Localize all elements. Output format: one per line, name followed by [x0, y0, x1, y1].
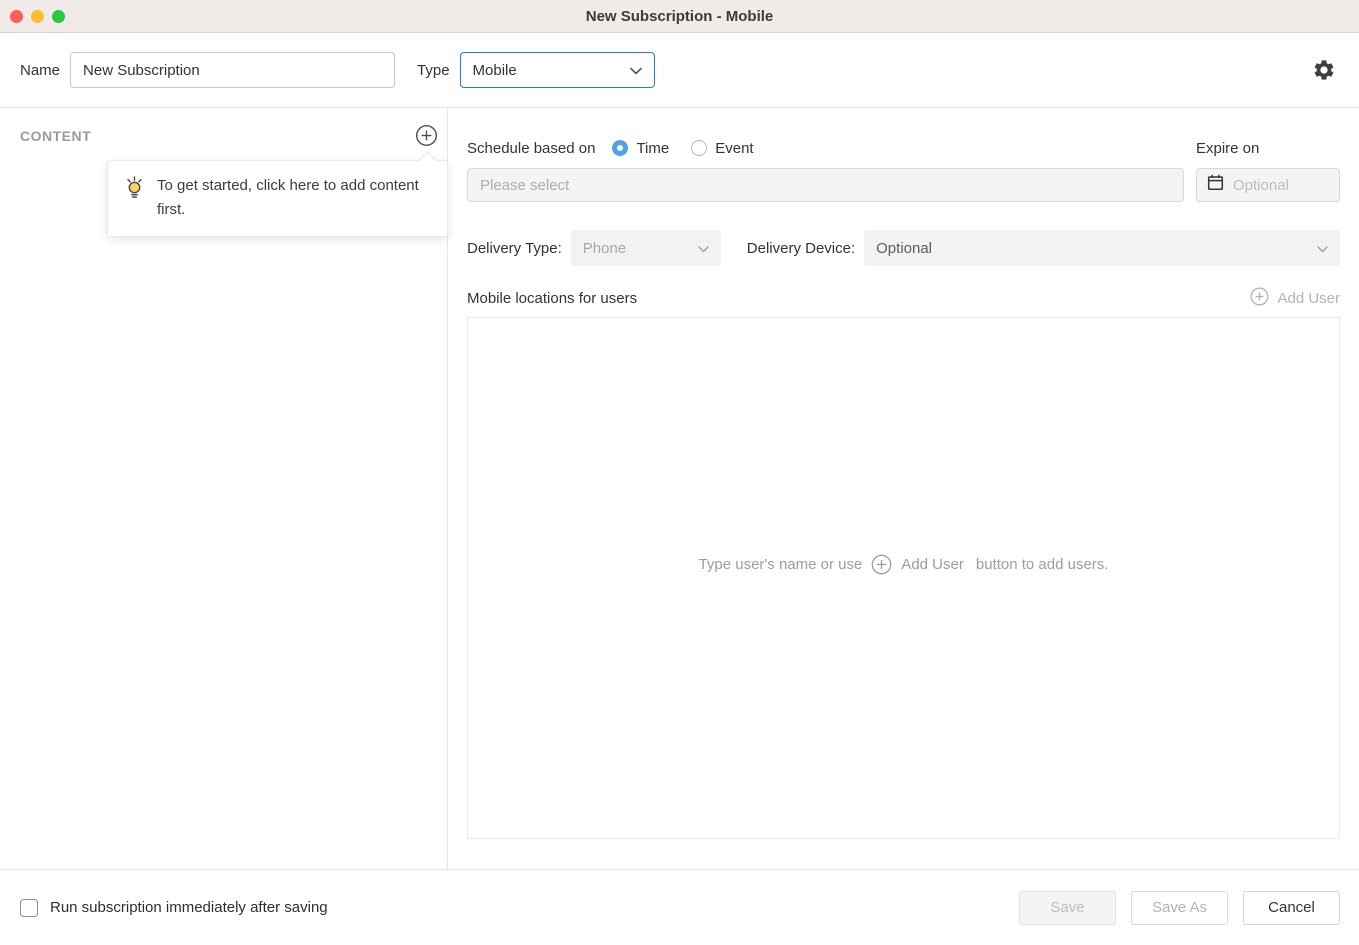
footer-bar: Run subscription immediately after savin… [0, 869, 1359, 945]
schedule-select-placeholder: Please select [480, 177, 569, 194]
close-button[interactable] [10, 10, 23, 23]
empty-msg-before: Type user's name or use [699, 556, 863, 573]
radio-time-label: Time [636, 140, 669, 157]
type-label: Type [417, 62, 450, 79]
chevron-down-icon [630, 62, 642, 79]
expire-placeholder: Optional [1233, 177, 1289, 194]
main-area: CONTENT To get [0, 108, 1359, 869]
tooltip-text: To get started, click here to add conten… [157, 174, 429, 222]
settings-panel: Schedule based on Time Event Expire on P… [448, 108, 1359, 869]
users-input-area[interactable]: Type user's name or use Add User button … [467, 317, 1340, 839]
traffic-lights [0, 10, 65, 23]
expire-on-label: Expire on [1196, 140, 1340, 157]
schedule-based-on-label: Schedule based on [467, 140, 595, 157]
schedule-row: Schedule based on Time Event Expire on [467, 138, 1340, 158]
radio-time[interactable]: Time [612, 140, 669, 157]
radio-event[interactable]: Event [691, 140, 753, 157]
content-panel-title: CONTENT [20, 128, 91, 144]
name-label: Name [20, 62, 60, 79]
chevron-down-icon [698, 240, 709, 257]
delivery-row: Delivery Type: Phone Delivery Device: Op… [467, 230, 1340, 266]
cancel-button[interactable]: Cancel [1243, 891, 1340, 925]
plus-circle-icon [415, 134, 438, 151]
run-immediately-label: Run subscription immediately after savin… [50, 899, 328, 916]
radio-event-label: Event [715, 140, 753, 157]
name-input[interactable] [70, 52, 395, 88]
add-content-button[interactable] [415, 124, 438, 147]
empty-msg-after: button to add users. [976, 556, 1109, 573]
schedule-select[interactable]: Please select [467, 168, 1184, 202]
locations-row: Mobile locations for users Add User [467, 288, 1340, 308]
add-user-button[interactable]: Add User [1250, 287, 1340, 310]
plus-circle-icon [1250, 287, 1269, 310]
footer-buttons: Save Save As Cancel [1019, 891, 1340, 925]
save-button[interactable]: Save [1019, 891, 1116, 925]
schedule-radio-group: Time Event [612, 140, 775, 157]
titlebar: New Subscription - Mobile [0, 0, 1359, 33]
subscription-dialog: New Subscription - Mobile Name Type Mobi… [0, 0, 1359, 945]
delivery-device-value: Optional [876, 240, 932, 257]
settings-gear-icon[interactable] [1311, 57, 1337, 83]
delivery-type-value: Phone [583, 240, 626, 257]
radio-event-circle [691, 140, 707, 156]
calendar-icon [1207, 174, 1224, 196]
type-select[interactable]: Mobile [460, 52, 655, 88]
run-immediately-option: Run subscription immediately after savin… [20, 899, 328, 917]
mobile-locations-label: Mobile locations for users [467, 290, 637, 307]
get-started-tooltip: To get started, click here to add conten… [107, 160, 448, 237]
lightbulb-icon [125, 176, 144, 205]
delivery-device-label: Delivery Device: [747, 240, 855, 257]
tooltip-arrow [418, 151, 436, 169]
content-panel: CONTENT To get [0, 108, 448, 869]
schedule-inputs-row: Please select Optional [467, 168, 1340, 202]
type-select-value: Mobile [473, 62, 517, 79]
window-title: New Subscription - Mobile [0, 8, 1359, 25]
delivery-type-label: Delivery Type: [467, 240, 562, 257]
header-row: Name Type Mobile [0, 33, 1359, 108]
delivery-device-select[interactable]: Optional [864, 230, 1340, 266]
add-user-label: Add User [1277, 290, 1340, 307]
save-as-button[interactable]: Save As [1131, 891, 1228, 925]
expire-date-field[interactable]: Optional [1196, 168, 1340, 202]
zoom-button[interactable] [52, 10, 65, 23]
delivery-type-select: Phone [571, 230, 721, 266]
empty-users-message: Type user's name or use Add User button … [699, 554, 1109, 575]
minimize-button[interactable] [31, 10, 44, 23]
radio-time-circle [612, 140, 628, 156]
run-immediately-checkbox[interactable] [20, 899, 38, 917]
plus-circle-icon [871, 554, 892, 575]
chevron-down-icon [1317, 240, 1328, 257]
empty-msg-add-user: Add User [901, 556, 964, 573]
